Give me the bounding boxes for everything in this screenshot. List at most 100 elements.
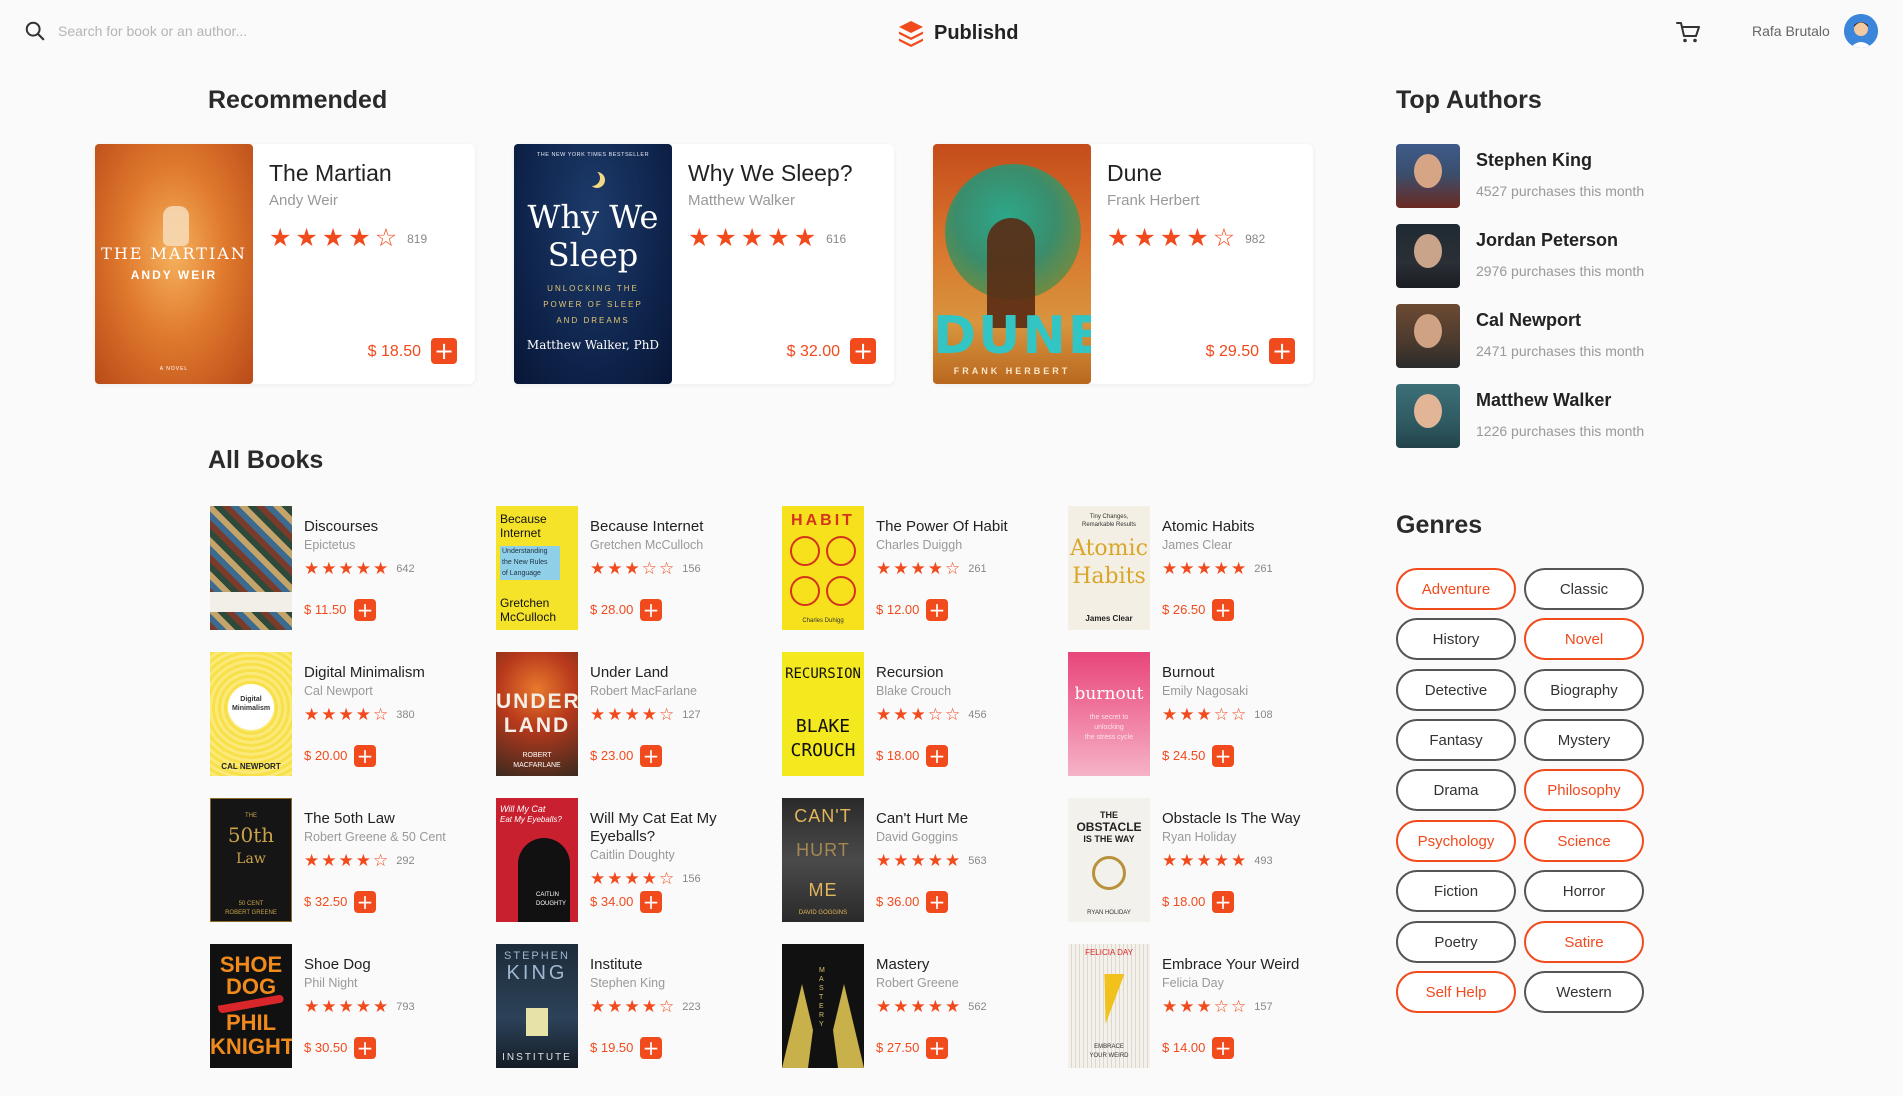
- book-author[interactable]: Frank Herbert: [1107, 192, 1200, 209]
- book-title[interactable]: Will My Cat Eat My Eyeballs?: [590, 810, 740, 846]
- add-to-cart-button[interactable]: +: [1212, 891, 1234, 913]
- book-item[interactable]: Discourses Epictetus ★ ★ ★ ★ ★ 642 $ 11.50 +: [210, 506, 490, 632]
- book-item[interactable]: THE OBSTACLE IS THE WAY RYAN HOLIDAY Obs…: [1068, 798, 1348, 924]
- book-author[interactable]: Gretchen McCulloch: [590, 538, 703, 552]
- genre-chip-adventure[interactable]: Adventure: [1396, 568, 1516, 610]
- book-author[interactable]: Robert MacFarlane: [590, 684, 697, 698]
- genre-chip-classic[interactable]: Classic: [1524, 568, 1644, 610]
- book-cover[interactable]: DUNE FRANK HERBERT: [933, 144, 1091, 384]
- genre-chip-science[interactable]: Science: [1524, 820, 1644, 862]
- recommended-card[interactable]: THE MARTIAN ANDY WEIR A NOVEL The Martia…: [95, 144, 475, 384]
- add-to-cart-button[interactable]: +: [354, 745, 376, 767]
- author-item[interactable]: Matthew Walker 1226 purchases this month: [1396, 384, 1696, 450]
- author-name[interactable]: Matthew Walker: [1476, 390, 1611, 411]
- add-to-cart-button[interactable]: +: [640, 745, 662, 767]
- add-to-cart-button[interactable]: +: [926, 891, 948, 913]
- genre-chip-poetry[interactable]: Poetry: [1396, 921, 1516, 963]
- book-cover[interactable]: THE NEW YORK TIMES BESTSELLER Why We Sle…: [514, 144, 672, 384]
- user-avatar[interactable]: [1843, 14, 1878, 48]
- book-item[interactable]: SHOE DOG PHIL KNIGHT Shoe Dog Phil Night…: [210, 944, 490, 1070]
- book-title[interactable]: Digital Minimalism: [304, 664, 454, 682]
- book-author[interactable]: Felicia Day: [1162, 976, 1224, 990]
- book-cover[interactable]: THE 50th Law 50 CENT ROBERT GREENE: [210, 798, 292, 922]
- book-title[interactable]: Institute: [590, 956, 740, 974]
- book-cover[interactable]: Will My Cat Eat My Eyeballs? CAITLIN DOU…: [496, 798, 578, 922]
- genre-chip-drama[interactable]: Drama: [1396, 769, 1516, 811]
- book-cover[interactable]: RECURSION BLAKE CROUCH: [782, 652, 864, 776]
- book-author[interactable]: Andy Weir: [269, 192, 338, 209]
- book-author[interactable]: Cal Newport: [304, 684, 373, 698]
- book-cover[interactable]: UNDER LAND ROBERT MACFARLANE: [496, 652, 578, 776]
- author-name[interactable]: Jordan Peterson: [1476, 230, 1618, 251]
- book-cover[interactable]: MASTERY: [782, 944, 864, 1068]
- book-author[interactable]: Robert Greene: [876, 976, 959, 990]
- book-author[interactable]: James Clear: [1162, 538, 1232, 552]
- genre-chip-biography[interactable]: Biography: [1524, 669, 1644, 711]
- book-cover[interactable]: burnout the secret to unlocking the stre…: [1068, 652, 1150, 776]
- brand-logo[interactable]: Publishd: [896, 18, 1018, 48]
- add-to-cart-button[interactable]: +: [354, 1037, 376, 1059]
- book-cover[interactable]: Digital Minimalism CAL NEWPORT: [210, 652, 292, 776]
- book-title[interactable]: Obstacle Is The Way: [1162, 810, 1332, 828]
- author-photo[interactable]: [1396, 144, 1460, 208]
- book-cover[interactable]: Tiny Changes, Remarkable Results Atomic …: [1068, 506, 1150, 630]
- book-author[interactable]: Stephen King: [590, 976, 665, 990]
- book-item[interactable]: RECURSION BLAKE CROUCH Recursion Blake C…: [782, 652, 1062, 778]
- book-cover[interactable]: THE OBSTACLE IS THE WAY RYAN HOLIDAY: [1068, 798, 1150, 922]
- add-to-cart-button[interactable]: +: [1212, 745, 1234, 767]
- genre-chip-mystery[interactable]: Mystery: [1524, 719, 1644, 761]
- add-to-cart-button[interactable]: +: [1212, 599, 1234, 621]
- author-item[interactable]: Stephen King 4527 purchases this month: [1396, 144, 1696, 210]
- book-title[interactable]: Embrace Your Weird: [1162, 956, 1332, 974]
- book-cover[interactable]: SHOE DOG PHIL KNIGHT: [210, 944, 292, 1068]
- book-cover[interactable]: FELICIA DAY EMBRACE YOUR WEIRD: [1068, 944, 1150, 1068]
- recommended-card[interactable]: THE NEW YORK TIMES BESTSELLER Why We Sle…: [514, 144, 894, 384]
- add-to-cart-button[interactable]: +: [850, 338, 876, 364]
- add-to-cart-button[interactable]: +: [926, 745, 948, 767]
- genre-chip-psychology[interactable]: Psychology: [1396, 820, 1516, 862]
- cart-icon[interactable]: [1674, 18, 1702, 46]
- genre-chip-history[interactable]: History: [1396, 618, 1516, 660]
- book-author[interactable]: Robert Greene & 50 Cent: [304, 830, 446, 844]
- genre-chip-philosophy[interactable]: Philosophy: [1524, 769, 1644, 811]
- book-author[interactable]: David Goggins: [876, 830, 958, 844]
- book-item[interactable]: CAN'T HURT ME DAVID GOGGINS Can't Hurt M…: [782, 798, 1062, 924]
- user-menu[interactable]: Rafa Brutalo: [1752, 14, 1878, 48]
- genre-chip-horror[interactable]: Horror: [1524, 870, 1644, 912]
- add-to-cart-button[interactable]: +: [354, 599, 376, 621]
- book-title[interactable]: Can't Hurt Me: [876, 810, 1026, 828]
- book-title[interactable]: Because Internet: [590, 518, 740, 536]
- genre-chip-self-help[interactable]: Self Help: [1396, 971, 1516, 1013]
- genre-chip-fiction[interactable]: Fiction: [1396, 870, 1516, 912]
- book-author[interactable]: Charles Duiggh: [876, 538, 962, 552]
- author-photo[interactable]: [1396, 224, 1460, 288]
- book-title[interactable]: Discourses: [304, 518, 454, 536]
- book-item[interactable]: UNDER LAND ROBERT MACFARLANE Under Land …: [496, 652, 776, 778]
- genre-chip-detective[interactable]: Detective: [1396, 669, 1516, 711]
- search-input[interactable]: [58, 23, 318, 39]
- add-to-cart-button[interactable]: +: [926, 1037, 948, 1059]
- genre-chip-satire[interactable]: Satire: [1524, 921, 1644, 963]
- book-title[interactable]: Under Land: [590, 664, 740, 682]
- book-item[interactable]: burnout the secret to unlocking the stre…: [1068, 652, 1348, 778]
- book-author[interactable]: Epictetus: [304, 538, 355, 552]
- add-to-cart-button[interactable]: +: [431, 338, 457, 364]
- book-item[interactable]: Will My Cat Eat My Eyeballs? CAITLIN DOU…: [496, 798, 776, 924]
- author-item[interactable]: Jordan Peterson 2976 purchases this mont…: [1396, 224, 1696, 290]
- book-title[interactable]: Atomic Habits: [1162, 518, 1312, 536]
- add-to-cart-button[interactable]: +: [640, 891, 662, 913]
- add-to-cart-button[interactable]: +: [1212, 1037, 1234, 1059]
- add-to-cart-button[interactable]: +: [926, 599, 948, 621]
- book-item[interactable]: THE 50th Law 50 CENT ROBERT GREENE The 5…: [210, 798, 490, 924]
- book-item[interactable]: Digital Minimalism CAL NEWPORT Digital M…: [210, 652, 490, 778]
- book-item[interactable]: Tiny Changes, Remarkable Results Atomic …: [1068, 506, 1348, 632]
- book-title[interactable]: Burnout: [1162, 664, 1312, 682]
- genre-chip-fantasy[interactable]: Fantasy: [1396, 719, 1516, 761]
- add-to-cart-button[interactable]: +: [640, 599, 662, 621]
- genre-chip-novel[interactable]: Novel: [1524, 618, 1644, 660]
- book-title[interactable]: Recursion: [876, 664, 1026, 682]
- author-item[interactable]: Cal Newport 2471 purchases this month: [1396, 304, 1696, 370]
- book-cover[interactable]: [210, 506, 292, 630]
- book-author[interactable]: Ryan Holiday: [1162, 830, 1236, 844]
- book-item[interactable]: MASTERY Mastery Robert Greene ★ ★ ★ ★ ★ 562 …: [782, 944, 1062, 1070]
